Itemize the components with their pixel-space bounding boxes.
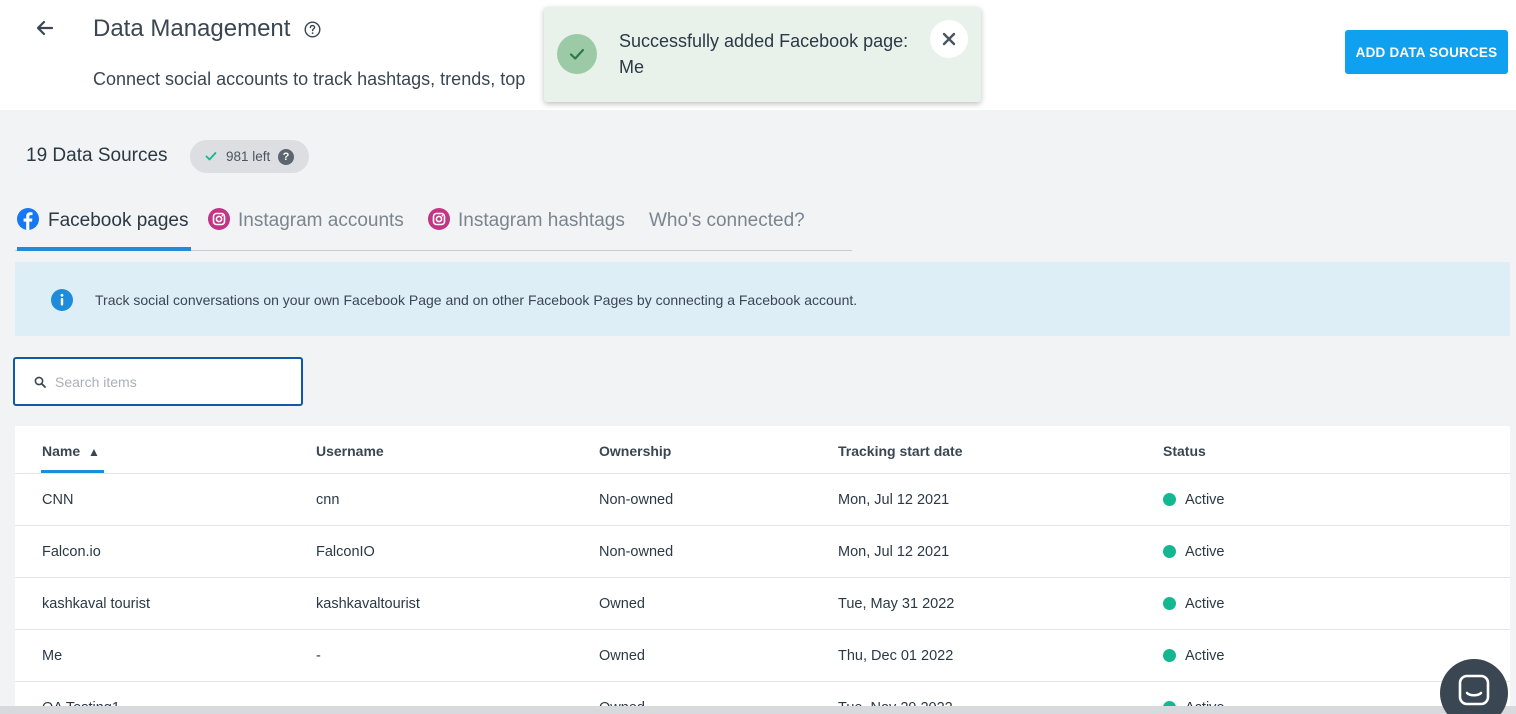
cell-username: -: [316, 648, 321, 664]
column-header-username[interactable]: Username: [316, 443, 384, 459]
info-banner: Track social conversations on your own F…: [15, 262, 1510, 336]
success-toast: Successfully added Facebook page: Me: [544, 7, 981, 102]
cell-username: cnn: [316, 492, 340, 508]
tab-instagram-hashtags[interactable]: Instagram hashtags: [428, 196, 628, 251]
cell-username: kashkavaltourist: [316, 596, 420, 612]
column-label: Name: [42, 443, 81, 459]
status-dot-icon: [1163, 493, 1176, 506]
question-icon[interactable]: ?: [278, 149, 294, 165]
sorted-column-indicator: [41, 470, 104, 473]
cell-name: Me: [42, 648, 63, 664]
data-sources-count: 19 Data Sources: [26, 145, 168, 166]
tab-whos-connected[interactable]: Who's connected?: [649, 196, 809, 251]
column-header-tracking-start-date[interactable]: Tracking start date: [838, 443, 963, 459]
cell-date: Thu, Dec 01 2022: [838, 648, 954, 664]
tab-label: Facebook pages: [48, 210, 189, 231]
facebook-icon: [17, 208, 39, 230]
cell-ownership: Owned: [599, 596, 645, 612]
toast-close-button[interactable]: [930, 20, 968, 58]
status-dot-icon: [1163, 597, 1176, 610]
column-header-ownership[interactable]: Ownership: [599, 443, 671, 459]
column-header-status[interactable]: Status: [1163, 443, 1206, 459]
search-icon: [34, 376, 46, 388]
cell-ownership: Non-owned: [599, 492, 674, 508]
instagram-icon: [428, 208, 450, 230]
back-button[interactable]: [32, 14, 60, 42]
cell-name: kashkaval tourist: [42, 596, 150, 612]
table-row[interactable]: Me - Owned Thu, Dec 01 2022 Active: [15, 630, 1510, 682]
table-header: Name ▲ Username Ownership Tracking start…: [15, 426, 1510, 474]
cell-username: FalconIO: [316, 544, 375, 560]
source-tabs: Facebook pages Instagram accounts Instag…: [15, 196, 852, 251]
question-circle-icon[interactable]: [304, 21, 321, 38]
tab-label: Who's connected?: [649, 210, 805, 231]
page-title: Data Management: [93, 15, 291, 42]
tab-instagram-accounts[interactable]: Instagram accounts: [208, 196, 408, 251]
cell-date: Tue, May 31 2022: [838, 596, 955, 612]
tab-label: Instagram accounts: [238, 210, 404, 231]
cell-status: Active: [1185, 492, 1225, 508]
search-input[interactable]: [55, 372, 290, 392]
tab-facebook-pages[interactable]: Facebook pages: [17, 196, 193, 251]
active-tab-indicator: [17, 247, 191, 251]
table-row[interactable]: Falcon.io FalconIO Non-owned Mon, Jul 12…: [15, 526, 1510, 578]
cell-date: Mon, Jul 12 2021: [838, 544, 950, 560]
info-icon: [51, 289, 73, 311]
tab-label: Instagram hashtags: [458, 210, 625, 231]
close-icon: [942, 32, 956, 46]
cell-status: Active: [1185, 544, 1225, 560]
sort-ascending-icon: ▲: [88, 445, 100, 459]
status-dot-icon: [1163, 649, 1176, 662]
check-circle-icon: [557, 34, 597, 74]
table-row[interactable]: CNN cnn Non-owned Mon, Jul 12 2021 Activ…: [15, 474, 1510, 526]
chat-icon: [1458, 674, 1490, 706]
remaining-count: 981 left: [226, 149, 271, 164]
cell-status: Active: [1185, 648, 1225, 664]
cell-date: Mon, Jul 12 2021: [838, 492, 950, 508]
cell-name: Falcon.io: [42, 544, 101, 560]
arrow-left-icon: [36, 20, 54, 36]
toast-message: Successfully added Facebook page: Me: [619, 31, 909, 77]
check-icon: [205, 152, 217, 161]
cell-ownership: Non-owned: [599, 544, 674, 560]
page-subtitle: Connect social accounts to track hashtag…: [93, 69, 526, 89]
add-data-sources-button[interactable]: ADD DATA SOURCES: [1345, 30, 1508, 74]
horizontal-scrollbar[interactable]: [0, 706, 1516, 714]
search-box: [13, 357, 303, 406]
status-dot-icon: [1163, 545, 1176, 558]
remaining-sources-badge: 981 left ?: [190, 140, 309, 173]
cell-status: Active: [1185, 596, 1225, 612]
instagram-icon: [208, 208, 230, 230]
table-row[interactable]: kashkaval tourist kashkavaltourist Owned…: [15, 578, 1510, 630]
info-text: Track social conversations on your own F…: [95, 292, 858, 308]
data-sources-table: Name ▲ Username Ownership Tracking start…: [15, 426, 1510, 714]
cell-name: CNN: [42, 492, 74, 508]
column-header-name[interactable]: Name ▲: [42, 443, 100, 459]
cell-ownership: Owned: [599, 648, 645, 664]
